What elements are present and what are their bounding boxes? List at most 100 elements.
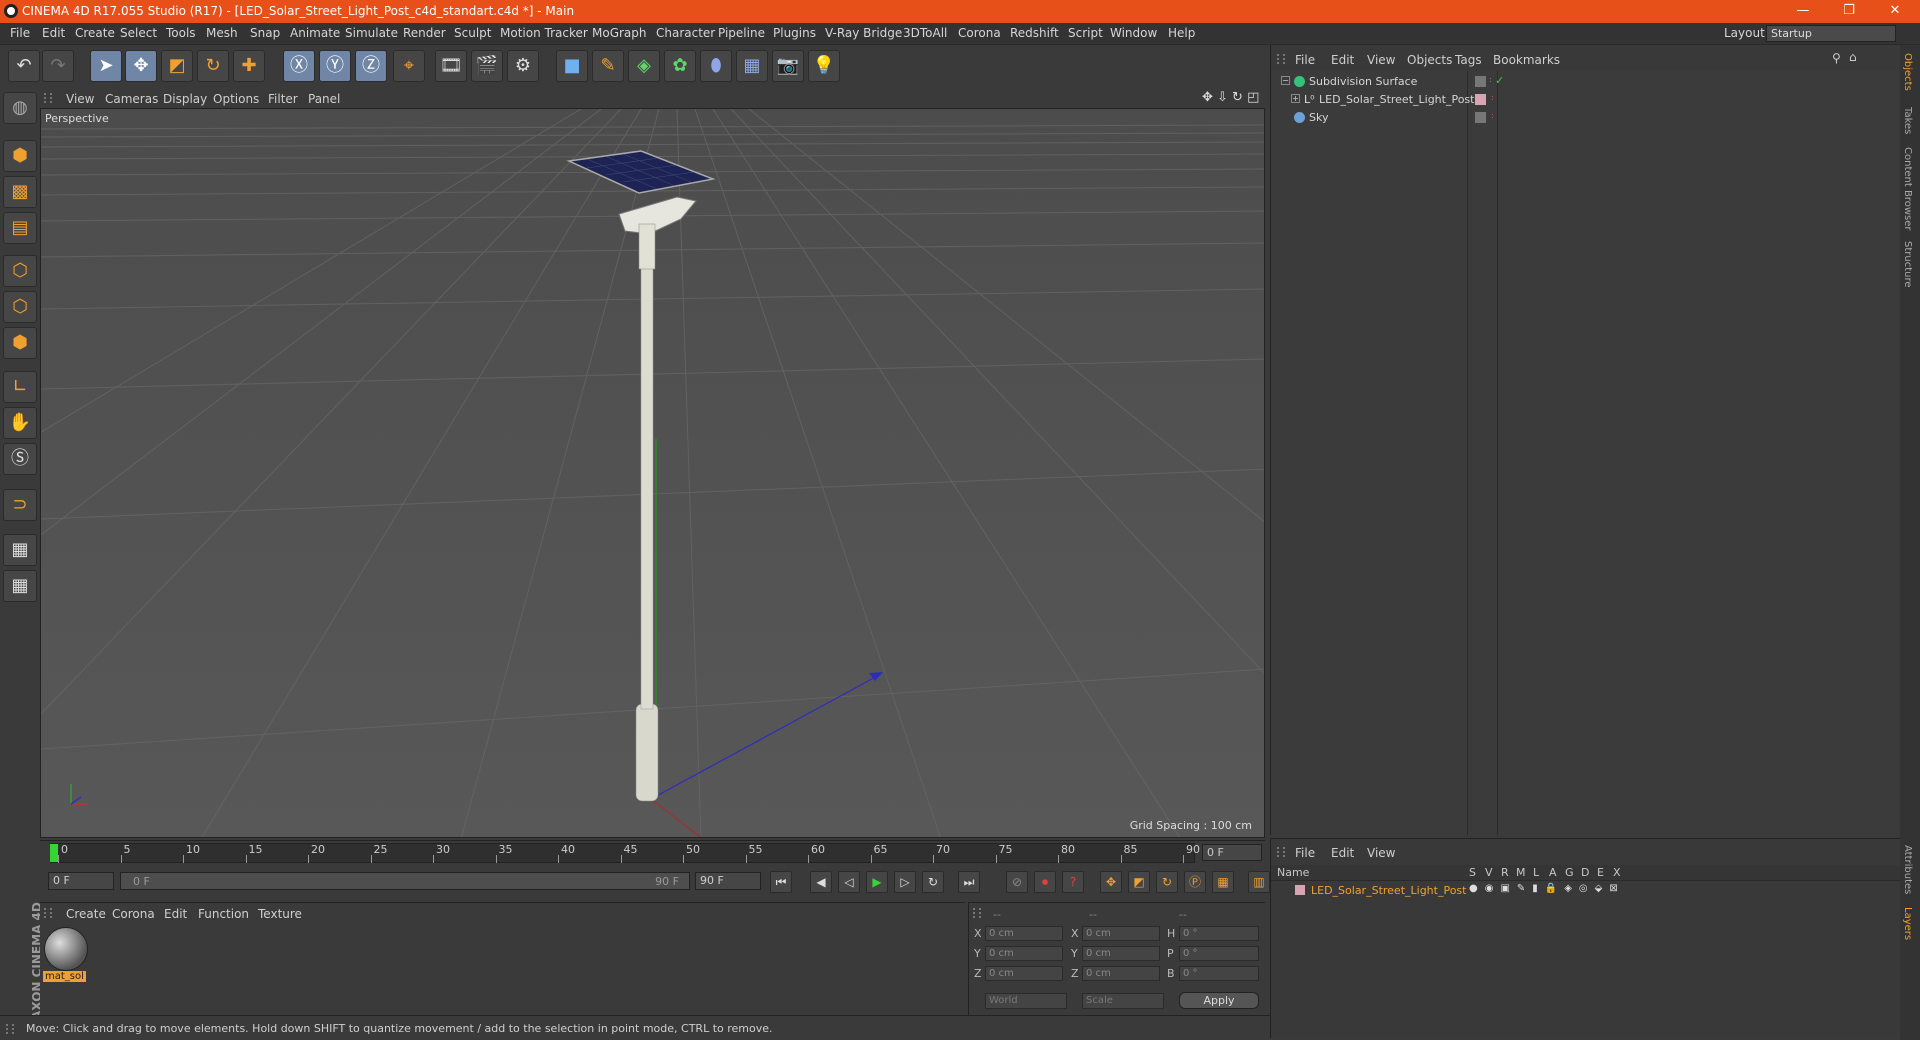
model-mode-icon[interactable]: ⬢: [3, 140, 37, 172]
maximize-button[interactable]: ❐: [1832, 1, 1866, 21]
enabled-check-icon[interactable]: ✓: [1495, 74, 1504, 87]
coordinate-system-icon[interactable]: ⌖: [393, 50, 425, 82]
layer-color-icon[interactable]: [1475, 76, 1486, 87]
menu-simulate[interactable]: Simulate: [345, 26, 398, 40]
planar-workplane-icon[interactable]: ▦: [3, 570, 37, 602]
vp-menu-display[interactable]: Display: [163, 92, 207, 106]
current-frame-field[interactable]: 0 F: [1202, 844, 1262, 861]
select-cursor-icon[interactable]: ➤: [90, 50, 122, 82]
visibility-dots-icon[interactable]: :: [1491, 93, 1494, 102]
y-axis-lock-icon[interactable]: Ⓨ: [319, 50, 351, 82]
menu-plugins[interactable]: Plugins: [773, 26, 816, 40]
layer-menu-edit[interactable]: Edit: [1331, 846, 1354, 860]
visibility-dots-icon[interactable]: :: [1489, 75, 1492, 84]
rotation-b-field[interactable]: 0 °: [1179, 966, 1259, 981]
locked-workplane-icon[interactable]: ▦: [3, 534, 37, 566]
step-back-icon[interactable]: ◁: [838, 871, 860, 893]
mat-menu-texture[interactable]: Texture: [258, 907, 302, 921]
vp-menu-cameras[interactable]: Cameras: [105, 92, 158, 106]
z-axis-lock-icon[interactable]: Ⓩ: [355, 50, 387, 82]
col-d[interactable]: D: [1581, 866, 1589, 879]
position-x-field[interactable]: 0 cm: [985, 926, 1063, 941]
subdivision-surface-icon[interactable]: ◈: [628, 50, 660, 82]
col-m[interactable]: M: [1516, 866, 1526, 879]
object-row-sky[interactable]: Sky :: [1281, 109, 1881, 127]
floor-icon[interactable]: ▦: [736, 50, 768, 82]
col-g[interactable]: G: [1565, 866, 1574, 879]
menu-corona[interactable]: Corona: [958, 26, 1001, 40]
tab-structure[interactable]: Structure: [1902, 241, 1913, 288]
menu-pipeline[interactable]: Pipeline: [718, 26, 765, 40]
keyframe-selection-icon[interactable]: ⊘: [1006, 871, 1028, 893]
collapse-icon[interactable]: −: [1281, 76, 1290, 85]
vp-menu-view[interactable]: View: [66, 92, 94, 106]
object-row-street-light[interactable]: + L⁰ LED_Solar_Street_Light_Post :: [1281, 91, 1881, 109]
layer-flags-icons[interactable]: ●◉▣✎▮🔒◈◎⬙⊠: [1469, 883, 1625, 894]
next-key-icon[interactable]: ↻: [922, 871, 944, 893]
magnet-icon[interactable]: ⊃: [3, 489, 37, 521]
menu-animate[interactable]: Animate: [290, 26, 340, 40]
obj-menu-tags[interactable]: Tags: [1455, 53, 1482, 67]
object-row-subdivision[interactable]: − Subdivision Surface : ✓: [1281, 73, 1881, 91]
play-icon[interactable]: ▶: [866, 871, 888, 893]
obj-menu-objects[interactable]: Objects: [1407, 53, 1452, 67]
object-name[interactable]: LED_Solar_Street_Light_Post: [1319, 93, 1474, 106]
col-x[interactable]: X: [1613, 866, 1621, 879]
menu-3dtoall[interactable]: 3DToAll: [903, 26, 947, 40]
minimize-button[interactable]: —: [1786, 1, 1820, 21]
viewport-nav-icons[interactable]: ✥ ⇩ ↻ ◰: [1202, 90, 1259, 105]
live-selection-icon[interactable]: ✚: [233, 50, 265, 82]
layout-select[interactable]: Startup: [1766, 25, 1896, 42]
size-z-field[interactable]: 0 cm: [1082, 966, 1160, 981]
key-pla-icon[interactable]: ▦: [1212, 871, 1234, 893]
end-frame-field[interactable]: 90 F: [695, 872, 761, 890]
close-button[interactable]: ✕: [1878, 1, 1912, 21]
layer-name[interactable]: LED_Solar_Street_Light_Post: [1311, 884, 1466, 897]
redo-icon[interactable]: ↷: [42, 50, 74, 82]
col-e[interactable]: E: [1597, 866, 1604, 879]
autokey-icon[interactable]: ?: [1062, 871, 1084, 893]
key-parameter-icon[interactable]: Ⓟ: [1184, 871, 1206, 893]
playhead[interactable]: [50, 844, 58, 862]
menu-mograph[interactable]: MoGraph: [592, 26, 647, 40]
mat-menu-function[interactable]: Function: [198, 907, 249, 921]
layer-menu-view[interactable]: View: [1367, 846, 1395, 860]
go-to-start-icon[interactable]: ⏮: [770, 871, 792, 893]
undo-icon[interactable]: ↶: [8, 50, 40, 82]
make-editable-icon[interactable]: ◍: [3, 92, 37, 124]
workplane-mode-icon[interactable]: ▤: [3, 212, 37, 244]
obj-menu-view[interactable]: View: [1367, 53, 1395, 67]
menu-mesh[interactable]: Mesh: [206, 26, 238, 40]
apply-button[interactable]: Apply: [1179, 992, 1259, 1009]
tweak-mode-icon[interactable]: ✋: [3, 407, 37, 439]
step-forward-icon[interactable]: ▷: [894, 871, 916, 893]
timeline-ruler[interactable]: 0 5 10 15 20 25 30 35 40 45 50 55 60 65 70 75 80 85 90 0 F: [40, 840, 1265, 864]
render-view-icon[interactable]: 🎞: [435, 50, 467, 82]
menu-motion-tracker[interactable]: Motion Tracker: [500, 26, 588, 40]
snap-icon[interactable]: Ⓢ: [3, 443, 37, 475]
menu-tools[interactable]: Tools: [166, 26, 196, 40]
previous-key-icon[interactable]: ◀: [810, 871, 832, 893]
obj-menu-file[interactable]: File: [1295, 53, 1315, 67]
go-to-end-icon[interactable]: ⏭: [958, 871, 980, 893]
search-icon[interactable]: ⚲: [1832, 51, 1841, 65]
size-mode-select[interactable]: Scale: [1082, 993, 1164, 1009]
object-name[interactable]: Subdivision Surface: [1309, 75, 1417, 88]
col-a[interactable]: A: [1549, 866, 1557, 879]
polygons-mode-icon[interactable]: ⬢: [3, 327, 37, 359]
light-icon[interactable]: 💡: [808, 50, 840, 82]
material-name[interactable]: mat_sol: [43, 971, 86, 982]
menu-vray-bridge[interactable]: V-Ray Bridge: [825, 26, 902, 40]
menu-window[interactable]: Window: [1110, 26, 1157, 40]
spline-pen-icon[interactable]: ✎: [592, 50, 624, 82]
points-mode-icon[interactable]: ⬡: [3, 255, 37, 287]
obj-menu-edit[interactable]: Edit: [1331, 53, 1354, 67]
menu-character[interactable]: Character: [656, 26, 715, 40]
menu-sculpt[interactable]: Sculpt: [454, 26, 491, 40]
rotation-p-field[interactable]: 0 °: [1179, 946, 1259, 961]
cloner-icon[interactable]: ✿: [664, 50, 696, 82]
menu-select[interactable]: Select: [120, 26, 157, 40]
rotation-h-field[interactable]: 0 °: [1179, 926, 1259, 941]
range-slider[interactable]: 0 F 90 F: [120, 872, 690, 890]
position-z-field[interactable]: 0 cm: [985, 966, 1063, 981]
